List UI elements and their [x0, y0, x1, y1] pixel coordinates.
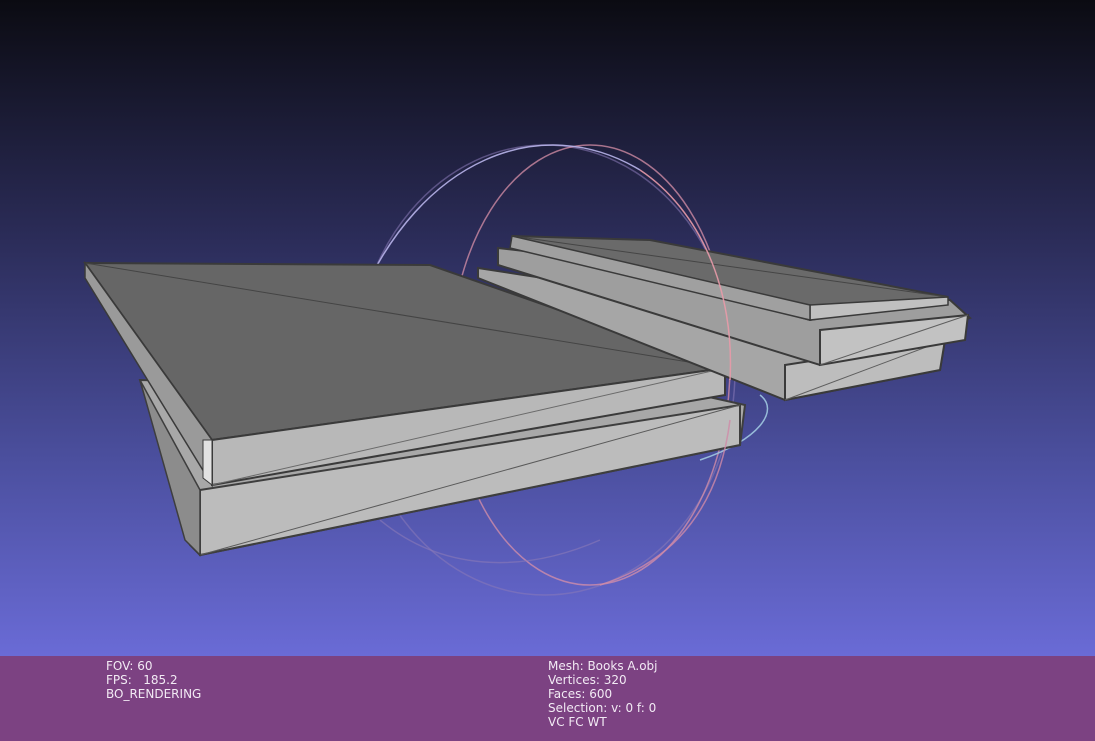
face-count: Faces: 600	[548, 687, 613, 701]
selection-readout: Selection: v: 0 f: 0	[548, 701, 657, 715]
render-info: FOV: 60 FPS: 185.2 BO_RENDERING	[106, 659, 201, 701]
status-bar: FOV: 60 FPS: 185.2 BO_RENDERING Mesh: Bo…	[0, 656, 1095, 741]
fps-readout: FPS: 185.2	[106, 673, 178, 687]
trackball-arc-bottom	[379, 519, 601, 564]
render-mode: BO_RENDERING	[106, 687, 202, 701]
mesh-name: Mesh: Books A.obj	[548, 659, 658, 673]
render-flags: VC FC WT	[548, 715, 607, 729]
vertex-count: Vertices: 320	[548, 673, 627, 687]
mesh-info: Mesh: Books A.obj Vertices: 320 Faces: 6…	[548, 659, 658, 729]
fov-readout: FOV: 60	[106, 659, 153, 673]
scene-canvas[interactable]	[0, 0, 1095, 656]
3d-viewport[interactable]	[0, 0, 1095, 656]
